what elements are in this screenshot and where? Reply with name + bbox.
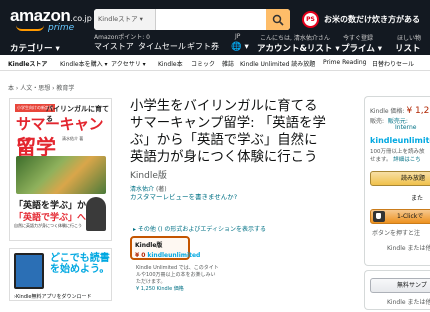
subnav-accessories[interactable]: アクセサリ ▾ <box>111 59 146 68</box>
subnav-comics[interactable]: コミック <box>191 59 215 68</box>
sample-deliver-note: Kindle または他 <box>387 299 430 306</box>
kindle-price-value: ¥ 0 <box>135 252 146 259</box>
ku-kindle-price: ¥ 1,250 Kindle 価格 <box>136 286 184 292</box>
ku-line1: 100万冊以上を読み放 <box>370 149 425 155</box>
list-sub: ほしい物 <box>397 35 422 42</box>
author-role: (著) <box>155 186 167 193</box>
one-click-buy-button[interactable]: 1-Clickで <box>370 209 430 224</box>
subnav-buy-kindle[interactable]: Kindle本を購入 ▾ <box>60 59 108 68</box>
cover-author: 清水佑介 著 <box>62 136 84 141</box>
write-review-link[interactable]: カスタマーレビューを書きませんか? <box>130 193 258 202</box>
ku-note-text: Kindle Unlimited では、このタイトルや100万冊以上の本をお楽し… <box>136 265 219 285</box>
product-title-text: 小学生をバイリンガルに育てるサマーキャンプ留学: 「英語を学ぶ」から「英語で学ぶ… <box>130 99 326 165</box>
seller-label: 販売: <box>370 118 385 125</box>
seller-name[interactable]: Interne <box>395 124 416 131</box>
promo-banner[interactable]: PS お米の数だけ炊き方がある <box>302 9 420 30</box>
other-formats-link[interactable]: ▸ その他 () の形式およびエディションを表示する <box>133 224 266 233</box>
promo-text: お米の数だけ炊き方がある <box>324 15 420 24</box>
subnav-magazines[interactable]: 雑誌 <box>222 59 234 68</box>
ku-badge: kindleunlimited <box>370 136 430 145</box>
subnav-daily-deals[interactable]: 日替わりセール <box>372 59 414 68</box>
nav-link-timesale[interactable]: タイムセール <box>138 41 186 52</box>
language-selector[interactable]: 🌐 ▾ <box>231 42 249 52</box>
kindle-app-ad[interactable]: どこでも読書を始めよう。 ›Kindle無料アプリをダウンロード <box>9 248 112 301</box>
store-subnav: Kindleストア Kindle本を購入 ▾ アクセサリ ▾ Kindle本 コ… <box>0 55 430 71</box>
account-menu[interactable]: アカウント&リスト ▾ <box>257 42 340 54</box>
search-category-dropdown[interactable]: Kindleストア ▾ <box>94 9 156 30</box>
sample-box: 無料サンプ Kindle または他 <box>364 270 430 310</box>
one-click-label: 1-Clickで <box>397 213 424 220</box>
subnav-kindle-books[interactable]: Kindle本 <box>158 59 183 68</box>
ku-note: Kindle Unlimited では、このタイトルや100万冊以上の本をお楽し… <box>136 265 220 293</box>
app-ad-headline: どこでも読書を始めよう。 <box>50 253 110 275</box>
search-icon <box>272 14 284 26</box>
cover-photo <box>16 156 106 194</box>
author-line: 清水佑介 (著) <box>130 184 167 193</box>
app-download-link[interactable]: ›Kindle無料アプリをダウンロード <box>14 293 91 300</box>
kindle-format-label: Kindle版 <box>135 242 163 249</box>
deliver-note: Kindle または他 <box>387 245 430 252</box>
top-header: amazon.co.jp prime Kindleストア ▾ PS お米の数だけ… <box>0 0 430 55</box>
cover-pitch3: 自然に英語力が身につく体験に行こう <box>14 223 82 228</box>
category-menu[interactable]: カテゴリー ▾ <box>10 42 60 54</box>
kindle-format-option[interactable]: Kindle版 ¥ 0 kindleunlimited <box>130 236 200 260</box>
free-sample-button[interactable]: 無料サンプ <box>370 278 430 293</box>
nav-link-giftcard[interactable]: ギフト券 <box>187 41 219 52</box>
buy-box: Kindle 価格: ¥ 1,2 販売: 販売元: Interne kindle… <box>364 96 430 266</box>
read-for-free-button[interactable]: 読み放題 <box>370 171 430 186</box>
product-title: 小学生をバイリンガルに育てるサマーキャンプ留学: 「英語を学ぶ」から「英語で学ぶ… <box>130 98 330 185</box>
cover-person-image <box>86 197 106 231</box>
smile-icon <box>16 25 44 31</box>
price-value: ¥ 1,2 <box>406 106 430 116</box>
amazon-logo[interactable]: amazon.co.jp prime <box>10 6 92 33</box>
ku-line2: せます。 詳細はこち <box>370 155 421 163</box>
subnav-kindle-store[interactable]: Kindleストア <box>8 59 47 68</box>
prime-sub: 今すぐ登録 <box>343 35 374 42</box>
subnav-kindle-unlimited[interactable]: Kindle Unlimited 読み放題 <box>240 59 315 68</box>
price-label: Kindle 価格: <box>370 108 405 115</box>
logo-prime: prime <box>48 23 75 33</box>
tablet-icon <box>14 253 44 289</box>
ku-details-link[interactable]: 詳細はこち <box>393 157 421 163</box>
subnav-prime-reading[interactable]: Prime Reading <box>323 59 366 66</box>
hand-pointer-icon <box>373 211 385 222</box>
cover-pitch2: 「英語で学ぶ」へ <box>14 213 87 223</box>
product-format: Kindle版 <box>130 171 167 181</box>
book-cover[interactable]: 小学生向けの新定番 バイリンガルに育てる サマーキャンプ 留学 清水佑介 著 「… <box>9 98 112 241</box>
kindle-format-price: ¥ 0 kindleunlimited <box>135 252 200 259</box>
prime-menu[interactable]: プライム ▾ <box>341 42 382 54</box>
or-text: また <box>411 195 424 202</box>
promo-badge-icon: PS <box>302 11 319 28</box>
wishlist-menu[interactable]: リスト <box>395 42 421 54</box>
author-link[interactable]: 清水佑介 <box>130 186 154 193</box>
lang-sub: JP <box>235 33 241 40</box>
nav-link-mystore[interactable]: マイストア <box>94 41 134 52</box>
logo-tld: .co.jp <box>70 14 92 23</box>
account-greeting: こんにちは, 清水佑介さん <box>260 35 330 42</box>
ku-line2-text: せます。 <box>370 157 392 163</box>
buy-note: ボタンを押すと注 <box>372 230 421 237</box>
points-label[interactable]: Amazonポイント: 0 <box>94 32 150 41</box>
breadcrumb[interactable]: 本 › 人文・思想 › 教育学 <box>8 83 74 92</box>
search-button[interactable] <box>266 9 290 30</box>
ku-logo: kindleunlimited <box>147 252 201 259</box>
buybox-price-row: Kindle 価格: ¥ 1,2 <box>370 106 429 116</box>
search-bar[interactable]: Kindleストア ▾ <box>94 9 290 30</box>
